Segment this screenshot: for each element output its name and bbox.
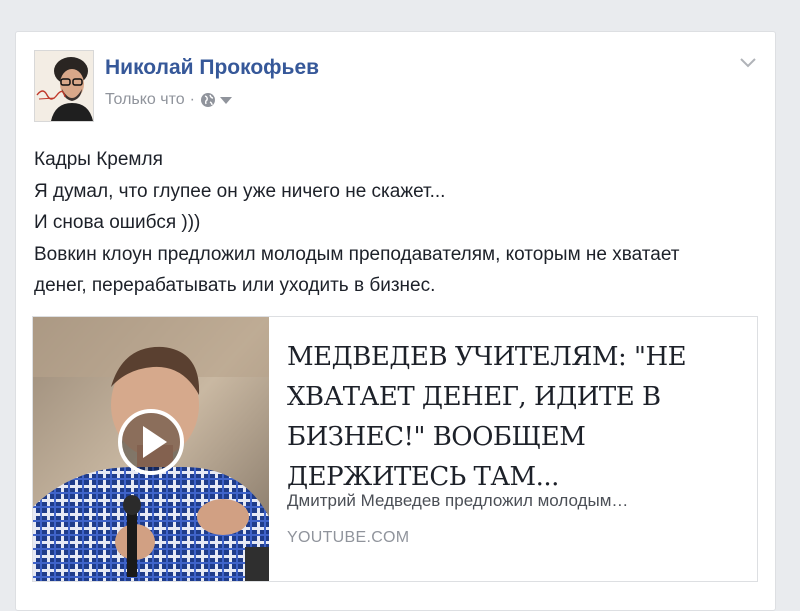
post-text-line: И снова ошибся ))) bbox=[34, 212, 201, 233]
video-thumbnail[interactable] bbox=[33, 317, 269, 581]
caret-down-icon[interactable] bbox=[219, 95, 232, 105]
globe-icon[interactable] bbox=[200, 92, 216, 108]
play-icon[interactable] bbox=[117, 408, 185, 476]
post-text-line: Кадры Кремля bbox=[34, 149, 163, 170]
post-text: Кадры Кремля Я думал, что глупее он уже … bbox=[34, 144, 759, 302]
link-description: Дмитрий Медведев предложил молодым… bbox=[287, 491, 629, 510]
post-meta: Только что · bbox=[105, 91, 232, 109]
author-name-link[interactable]: Николай Прокофьев bbox=[105, 56, 319, 80]
post-card: Николай Прокофьев Только что · Кадры Кре… bbox=[15, 31, 776, 611]
meta-separator: · bbox=[189, 91, 195, 108]
timestamp-link[interactable]: Только что bbox=[105, 91, 185, 109]
avatar[interactable] bbox=[34, 50, 94, 122]
link-domain: YOUTUBE.COM bbox=[287, 529, 410, 546]
chevron-down-icon[interactable] bbox=[739, 56, 757, 74]
link-headline[interactable]: МЕДВЕДЕВ УЧИТЕЛЯМ: "НЕ ХВАТАЕТ ДЕНЕГ, ИД… bbox=[287, 337, 697, 497]
post-text-line: Вовкин клоун предложил молодым преподава… bbox=[34, 243, 680, 265]
link-preview-body[interactable]: МЕДВЕДЕВ УЧИТЕЛЯМ: "НЕ ХВАТАЕТ ДЕНЕГ, ИД… bbox=[269, 317, 757, 581]
link-preview-card[interactable]: МЕДВЕДЕВ УЧИТЕЛЯМ: "НЕ ХВАТАЕТ ДЕНЕГ, ИД… bbox=[32, 316, 758, 582]
post-text-line: денег, перерабатывать или уходить в бизн… bbox=[34, 275, 436, 296]
post-text-line: Я думал, что глупее он уже ничего не ска… bbox=[34, 180, 446, 202]
